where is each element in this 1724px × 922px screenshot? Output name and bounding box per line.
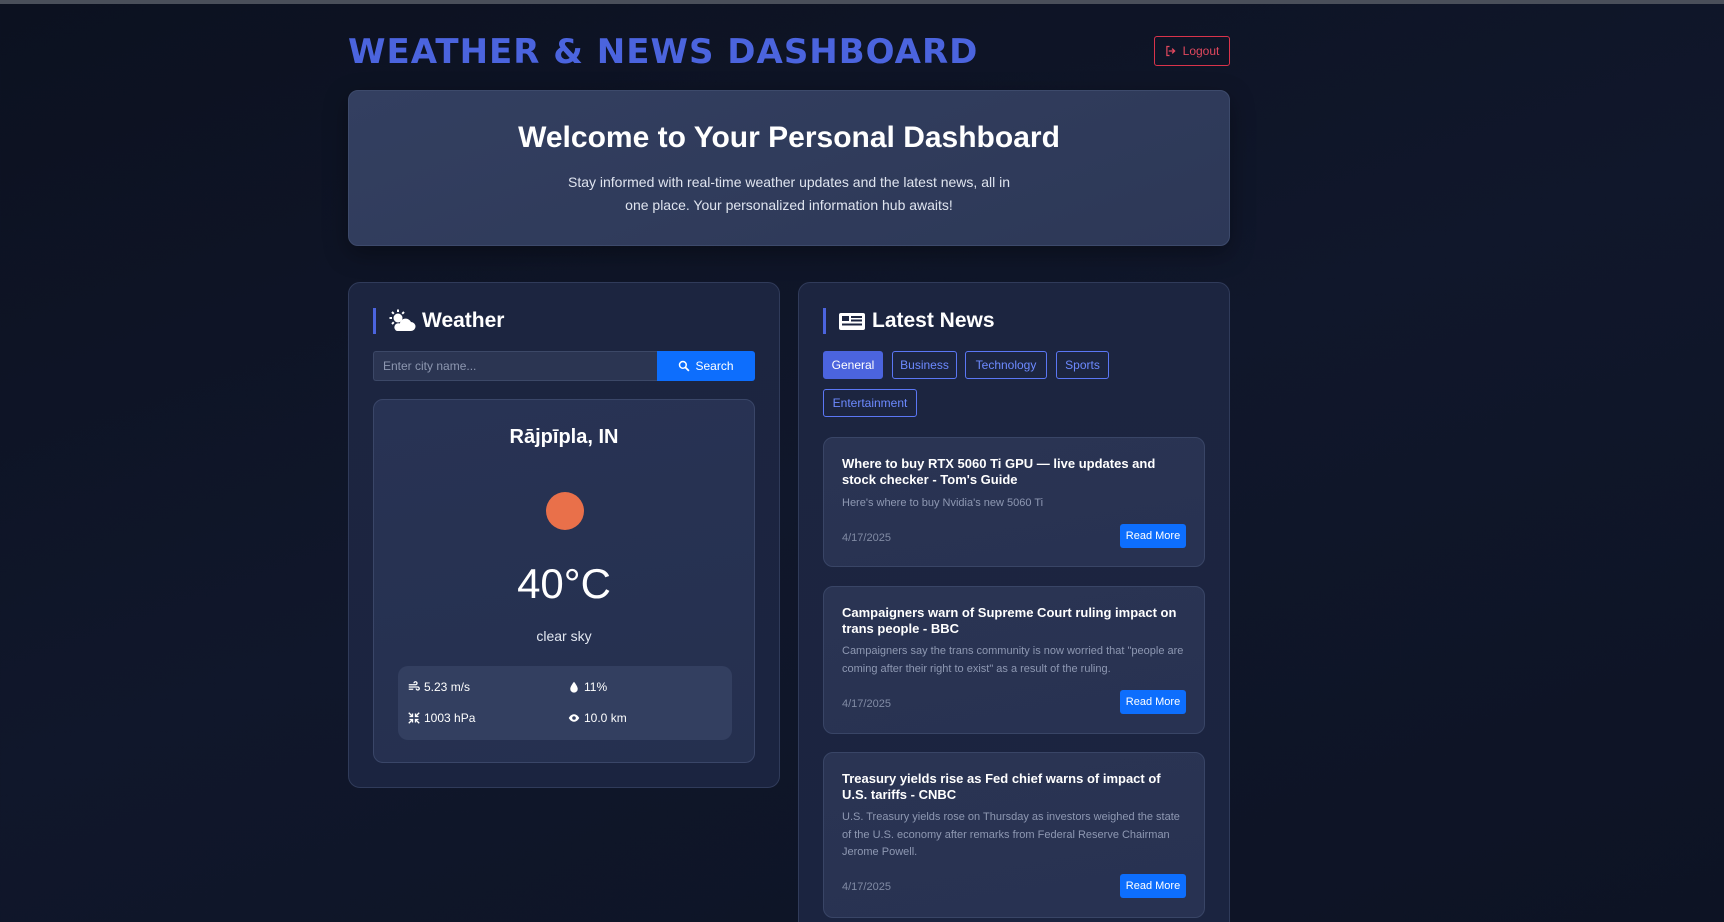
weather-stats: 5.23 m/s 11% 1003 hPa 10.0 km bbox=[398, 666, 732, 740]
eye-icon bbox=[568, 714, 580, 722]
wind-stat: 5.23 m/s bbox=[408, 680, 470, 694]
wind-value: 5.23 m/s bbox=[424, 680, 471, 694]
weather-panel-title: Weather bbox=[373, 308, 504, 334]
news-description: Here's where to buy Nvidia's new 5060 Ti bbox=[842, 497, 1044, 509]
newspaper-icon bbox=[839, 313, 865, 330]
search-button[interactable]: Search bbox=[657, 351, 755, 381]
tab-technology[interactable]: Technology bbox=[965, 351, 1047, 379]
window-top-strip bbox=[0, 0, 1724, 4]
news-date: 4/17/2025 bbox=[842, 532, 891, 544]
read-more-button[interactable]: Read More bbox=[1120, 690, 1186, 714]
read-more-button[interactable]: Read More bbox=[1120, 874, 1186, 898]
pressure-value: 1003 hPa bbox=[424, 711, 476, 725]
city-search-input[interactable] bbox=[373, 351, 657, 381]
city-name: Rājpīpla, IN bbox=[509, 426, 619, 448]
logout-label: Logout bbox=[1182, 44, 1220, 58]
tab-entertainment[interactable]: Entertainment bbox=[823, 389, 917, 417]
news-date: 4/17/2025 bbox=[842, 698, 891, 710]
weather-panel: Weather Search Rājpīpla, IN 40°C clear s… bbox=[348, 282, 780, 788]
news-card: Where to buy RTX 5060 Ti GPU — live upda… bbox=[823, 437, 1205, 567]
news-title-label: Latest News bbox=[872, 309, 995, 332]
news-panel-title: Latest News bbox=[823, 308, 995, 334]
weather-title-label: Weather bbox=[422, 309, 505, 332]
news-panel: Latest News General Business Technology … bbox=[798, 282, 1230, 922]
news-card: Campaigners warn of Supreme Court ruling… bbox=[823, 586, 1205, 734]
humidity-value: 11% bbox=[584, 680, 608, 694]
news-date: 4/17/2025 bbox=[842, 881, 891, 893]
page-title: WEATHER & NEWS DASHBOARD bbox=[348, 32, 979, 72]
weather-card: Rājpīpla, IN 40°C clear sky 5.23 m/s 11% bbox=[373, 399, 755, 763]
welcome-heading: Welcome to Your Personal Dashboard bbox=[518, 121, 1060, 154]
sign-out-icon bbox=[1165, 45, 1176, 57]
welcome-banner: Welcome to Your Personal Dashboard Stay … bbox=[348, 90, 1230, 246]
tab-general[interactable]: General bbox=[823, 351, 883, 379]
compress-icon bbox=[408, 712, 420, 724]
city-search: Search bbox=[373, 351, 755, 381]
tab-business[interactable]: Business bbox=[892, 351, 957, 379]
read-more-button[interactable]: Read More bbox=[1120, 524, 1186, 548]
header: WEATHER & NEWS DASHBOARD Logout bbox=[348, 30, 1230, 74]
weather-description: clear sky bbox=[536, 628, 592, 644]
humidity-stat: 11% bbox=[568, 680, 607, 694]
pressure-stat: 1003 hPa bbox=[408, 711, 475, 725]
temperature: 40°C bbox=[517, 560, 611, 607]
visibility-value: 10.0 km bbox=[584, 711, 627, 725]
tab-sports[interactable]: Sports bbox=[1056, 351, 1109, 379]
news-title: Campaigners warn of Supreme Court ruling… bbox=[842, 605, 1177, 636]
news-description: U.S. Treasury yields rose on Thursday as… bbox=[842, 811, 1180, 858]
visibility-stat: 10.0 km bbox=[568, 711, 627, 725]
search-icon bbox=[679, 360, 690, 372]
cloud-sun-icon bbox=[389, 309, 416, 331]
weather-condition-icon bbox=[546, 492, 584, 530]
logout-button[interactable]: Logout bbox=[1154, 36, 1230, 66]
welcome-text: Stay informed with real-time weather upd… bbox=[567, 174, 1010, 213]
news-title: Where to buy RTX 5060 Ti GPU — live upda… bbox=[842, 456, 1156, 487]
search-label: Search bbox=[695, 359, 734, 373]
droplet-icon bbox=[570, 681, 578, 693]
wind-icon bbox=[408, 681, 420, 691]
news-title: Treasury yields rise as Fed chief warns … bbox=[842, 771, 1161, 802]
news-description: Campaigners say the trans community is n… bbox=[842, 645, 1184, 675]
news-card: Treasury yields rise as Fed chief warns … bbox=[823, 752, 1205, 918]
